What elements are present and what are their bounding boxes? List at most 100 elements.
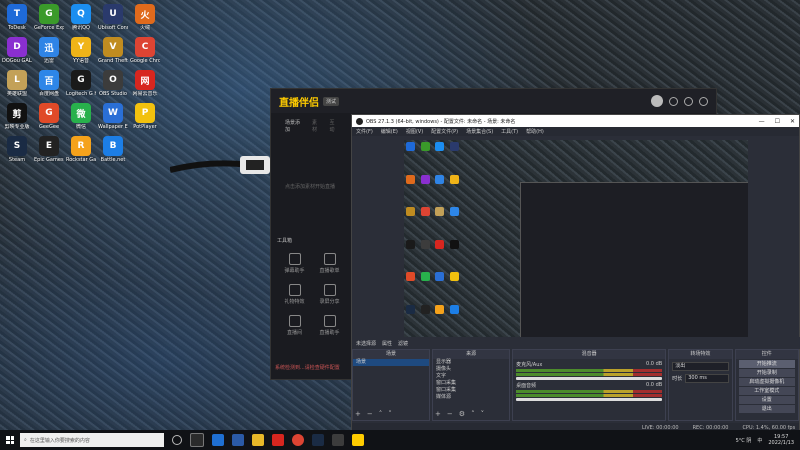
desktop-icon[interactable]: CGoogle Chrome bbox=[130, 37, 160, 64]
clock[interactable]: 19:57 2022/1/13 bbox=[768, 434, 794, 446]
edge-icon[interactable] bbox=[212, 434, 224, 446]
source-item[interactable]: 窗口采集 bbox=[433, 380, 509, 387]
preview-canvas[interactable] bbox=[404, 140, 748, 337]
preview-icon bbox=[406, 142, 415, 151]
source-item[interactable]: 摄像头 bbox=[433, 366, 509, 373]
filters-button[interactable]: 滤镜 bbox=[398, 340, 408, 347]
desktop-icon[interactable]: 剪剪映专业版 bbox=[2, 103, 32, 130]
close-button[interactable]: ✕ bbox=[790, 118, 795, 125]
taskbar-search[interactable]: ⌕ 在这里输入你要搜索的内容 bbox=[20, 433, 164, 447]
maximize-button[interactable]: ☐ bbox=[775, 118, 780, 125]
virtual-camera-button[interactable]: 启动虚拟摄像机 bbox=[738, 378, 795, 386]
desktop-icon[interactable]: 微微信 bbox=[66, 103, 96, 130]
tool-item[interactable]: 直播歌单 bbox=[312, 253, 347, 274]
file-explorer-icon[interactable] bbox=[252, 434, 264, 446]
chrome-icon[interactable] bbox=[292, 434, 304, 446]
help-icon[interactable] bbox=[669, 96, 678, 106]
desktop-icon[interactable]: 百百度网盘 bbox=[34, 70, 64, 97]
desktop-icon[interactable]: G GeeGee bbox=[34, 103, 64, 130]
up-icon[interactable]: ˄ bbox=[379, 410, 383, 418]
settings-icon[interactable] bbox=[699, 96, 708, 106]
desktop-icon[interactable]: 迅迅雷 bbox=[34, 37, 64, 64]
exit-button[interactable]: 退出 bbox=[738, 405, 795, 413]
remove-icon[interactable]: − bbox=[367, 410, 373, 418]
down-icon[interactable]: ˅ bbox=[481, 410, 485, 418]
version-badge: 测试 bbox=[323, 96, 340, 106]
desktop-icon-label: 微信 bbox=[75, 124, 86, 130]
desktop-icon[interactable]: T ToDesk bbox=[2, 4, 32, 31]
weather-status[interactable]: 5°C 阴 bbox=[736, 437, 752, 444]
desktop-icon[interactable]: GLogitech G HUB bbox=[66, 70, 96, 97]
desktop-icon[interactable]: VGrand Theft Auto V bbox=[98, 37, 128, 64]
menu-tools[interactable]: 工具(T) bbox=[501, 128, 518, 135]
assistant-taskbar-icon[interactable] bbox=[352, 434, 364, 446]
desktop-icon[interactable]: L 英雄联盟 bbox=[2, 70, 32, 97]
desktop-icon[interactable]: 火火绒 bbox=[130, 4, 160, 31]
source-item[interactable]: 窗口采集 bbox=[433, 387, 509, 394]
menu-edit[interactable]: 编辑(E) bbox=[381, 128, 398, 135]
preview-icon bbox=[435, 207, 444, 216]
menu-view[interactable]: 视图(V) bbox=[406, 128, 423, 135]
desktop-icon[interactable]: B Battle.net bbox=[98, 136, 128, 163]
desktop-icon[interactable]: DDOGou GALAXY bbox=[2, 37, 32, 64]
tool-item[interactable]: 弹幕助手 bbox=[277, 253, 312, 274]
duration-input[interactable]: 300 ms bbox=[685, 374, 729, 383]
settings-button[interactable]: 设置 bbox=[738, 396, 795, 404]
transition-select[interactable]: 淡出 bbox=[672, 362, 729, 371]
volume-slider[interactable] bbox=[516, 377, 663, 380]
task-view-icon[interactable] bbox=[190, 433, 204, 447]
desktop-icon[interactable]: P PotPlayer bbox=[130, 103, 160, 130]
source-item[interactable]: 显示器 bbox=[433, 359, 509, 366]
mail-icon[interactable] bbox=[232, 434, 244, 446]
desktop-icon[interactable]: UUbisoft Connect bbox=[98, 4, 128, 31]
desktop-icon-label: OBS Studio bbox=[99, 91, 127, 97]
netease-music-icon[interactable] bbox=[272, 434, 284, 446]
studio-mode-button[interactable]: 工作室模式 bbox=[738, 387, 795, 395]
preview-nested-window bbox=[520, 182, 748, 337]
add-icon[interactable]: + bbox=[355, 410, 361, 418]
language-indicator[interactable]: 中 bbox=[757, 437, 762, 444]
obs-taskbar-icon[interactable] bbox=[332, 434, 344, 446]
start-recording-button[interactable]: 开始录制 bbox=[738, 369, 795, 377]
volume-slider[interactable] bbox=[516, 398, 663, 401]
tool-item[interactable]: 直播间 bbox=[277, 315, 312, 336]
properties-button[interactable]: 属性 bbox=[382, 340, 392, 347]
remove-icon[interactable]: − bbox=[447, 410, 453, 418]
tab-interact[interactable]: 互动 bbox=[330, 119, 340, 133]
app-icon: 百 bbox=[39, 70, 59, 90]
tool-item[interactable]: 直播助手 bbox=[312, 315, 347, 336]
menu-scene-collection[interactable]: 场景集合(S) bbox=[466, 128, 493, 135]
source-item[interactable]: 文字 bbox=[433, 373, 509, 380]
up-icon[interactable]: ˄ bbox=[471, 410, 475, 418]
desktop-icon[interactable]: O OBS Studio bbox=[98, 70, 128, 97]
down-icon[interactable]: ˅ bbox=[388, 410, 392, 418]
menu-profile[interactable]: 配置文件(P) bbox=[431, 128, 458, 135]
desktop-icon[interactable]: Q 腾讯QQ bbox=[66, 4, 96, 31]
avatar[interactable] bbox=[651, 95, 663, 107]
menu-help[interactable]: 帮助(H) bbox=[526, 128, 544, 135]
message-icon[interactable] bbox=[684, 96, 693, 106]
desktop-icon[interactable]: GGeForce Experience bbox=[34, 4, 64, 31]
cortana-icon[interactable] bbox=[172, 435, 182, 445]
gear-icon[interactable]: ⚙ bbox=[459, 410, 465, 418]
tool-item[interactable]: 礼物特效 bbox=[277, 284, 312, 305]
desktop-icon[interactable]: EEpic Games Launcher bbox=[34, 136, 64, 163]
tool-item[interactable]: 录屏分享 bbox=[312, 284, 347, 305]
desktop-icon[interactable]: Y YY语音 bbox=[66, 37, 96, 64]
tab-material[interactable]: 素材 bbox=[312, 119, 322, 133]
app-icon: 微 bbox=[71, 103, 91, 123]
steam-icon[interactable] bbox=[312, 434, 324, 446]
add-icon[interactable]: + bbox=[435, 410, 441, 418]
desktop-icon[interactable]: WWallpaper Engine bbox=[98, 103, 128, 130]
app-icon: E bbox=[39, 136, 59, 156]
start-button[interactable] bbox=[0, 430, 20, 450]
desktop-icon[interactable]: RRockstar Games bbox=[66, 136, 96, 163]
menu-file[interactable]: 文件(F) bbox=[356, 128, 373, 135]
minimize-button[interactable]: — bbox=[759, 118, 765, 125]
desktop-icon[interactable]: S Steam bbox=[2, 136, 32, 163]
tab-scene[interactable]: 场景添加 bbox=[285, 119, 304, 133]
start-streaming-button[interactable]: 开始推流 bbox=[738, 360, 795, 368]
source-item[interactable]: 媒体源 bbox=[433, 394, 509, 401]
scene-item[interactable]: 场景 bbox=[353, 359, 430, 366]
desktop-icon[interactable]: 网网易云音乐 bbox=[130, 70, 160, 97]
